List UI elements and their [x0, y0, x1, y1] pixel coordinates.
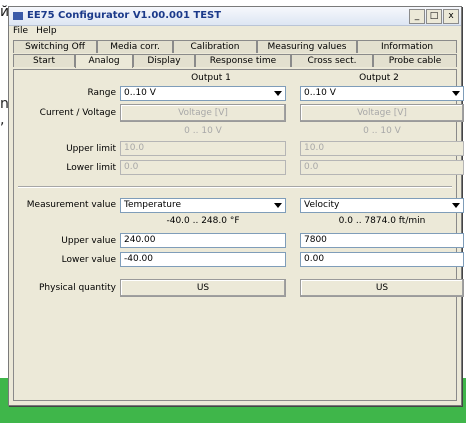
tab-analog[interactable]: Analog — [75, 54, 133, 68]
output2-range-value: 0..10 V — [304, 88, 336, 98]
tab-row-top: Switching Off Media corr. Calibration Me… — [13, 40, 457, 53]
menu-help[interactable]: Help — [36, 25, 57, 38]
dropdown-arrow-icon — [274, 203, 282, 208]
menu-file[interactable]: File — [13, 25, 28, 38]
analog-panel: Output 1 Output 2 Range 0..10 V 0..10 V … — [13, 69, 464, 401]
tab-cross-sect[interactable]: Cross sect. — [291, 54, 373, 67]
output1-voltage-button[interactable]: Voltage [V] — [120, 104, 286, 122]
output2-upper-limit-field[interactable]: 10.0 — [300, 141, 464, 156]
output2-range-hint: 0 .. 10 V — [363, 126, 401, 136]
output1-lower-value-input[interactable]: -40.00 — [120, 252, 286, 267]
output1-lower-limit-field[interactable]: 0.0 — [120, 160, 286, 175]
output2-range-select[interactable]: 0..10 V — [300, 86, 464, 101]
dropdown-arrow-icon — [452, 91, 460, 96]
range-label: Range — [87, 88, 116, 98]
output2-measurement-select[interactable]: Velocity — [300, 198, 464, 213]
measurement-value-label: Measurement value — [26, 200, 116, 210]
output1-measurement-select[interactable]: Temperature — [120, 198, 286, 213]
menu-bar: File Help — [9, 25, 461, 38]
output1-header: Output 1 — [191, 73, 231, 83]
output1-physical-quantity-button[interactable]: US — [120, 279, 286, 297]
tab-start[interactable]: Start — [13, 54, 75, 67]
tab-information[interactable]: Information — [357, 40, 457, 53]
output1-range-select[interactable]: 0..10 V — [120, 86, 286, 101]
output2-measurement-hint: 0.0 .. 7874.0 ft/min — [338, 216, 426, 226]
output2-voltage-button[interactable]: Voltage [V] — [300, 104, 464, 122]
tab-measuring-values[interactable]: Measuring values — [257, 40, 357, 53]
tab-switching-off[interactable]: Switching Off — [13, 40, 97, 53]
output1-upper-limit-field[interactable]: 10.0 — [120, 141, 286, 156]
output1-upper-value-input[interactable]: 240.00 — [120, 233, 286, 248]
output2-header: Output 2 — [359, 73, 399, 83]
tab-calibration[interactable]: Calibration — [173, 40, 257, 53]
title-bar[interactable]: EE75 Configurator V1.00.001 TEST _ □ x — [9, 7, 461, 26]
upper-limit-label: Upper limit — [66, 144, 116, 154]
output1-range-hint: 0 .. 10 V — [184, 126, 222, 136]
lower-value-label: Lower value — [61, 255, 116, 265]
tab-media-corr[interactable]: Media corr. — [97, 40, 173, 53]
output1-measurement-hint: -40.0 .. 248.0 °F — [166, 216, 240, 226]
upper-value-label: Upper value — [61, 236, 116, 246]
output1-measurement-value: Temperature — [124, 200, 182, 210]
dropdown-arrow-icon — [274, 91, 282, 96]
tab-response-time[interactable]: Response time — [195, 54, 291, 67]
minimize-button[interactable]: _ — [409, 9, 425, 24]
output2-lower-limit-field[interactable]: 0.0 — [300, 160, 464, 175]
output2-physical-quantity-button[interactable]: US — [300, 279, 464, 297]
window-title: EE75 Configurator V1.00.001 TEST — [27, 10, 222, 21]
output2-lower-value-input[interactable]: 0.00 — [300, 252, 464, 267]
close-button[interactable]: x — [443, 9, 459, 24]
output2-upper-value-input[interactable]: 7800 — [300, 233, 464, 248]
app-icon — [13, 12, 23, 20]
section-divider — [18, 186, 452, 188]
lower-limit-label: Lower limit — [66, 163, 116, 173]
output1-range-value: 0..10 V — [124, 88, 156, 98]
tab-display[interactable]: Display — [133, 54, 195, 67]
output2-measurement-value: Velocity — [304, 200, 340, 210]
tab-row-bottom: Start Analog Display Response time Cross… — [13, 54, 457, 68]
dropdown-arrow-icon — [452, 203, 460, 208]
maximize-button[interactable]: □ — [426, 9, 442, 24]
configurator-window: EE75 Configurator V1.00.001 TEST _ □ x F… — [8, 6, 464, 406]
physical-quantity-label: Physical quantity — [39, 283, 116, 293]
current-voltage-label: Current / Voltage — [39, 108, 116, 118]
tab-probe-cable[interactable]: Probe cable — [373, 54, 457, 67]
